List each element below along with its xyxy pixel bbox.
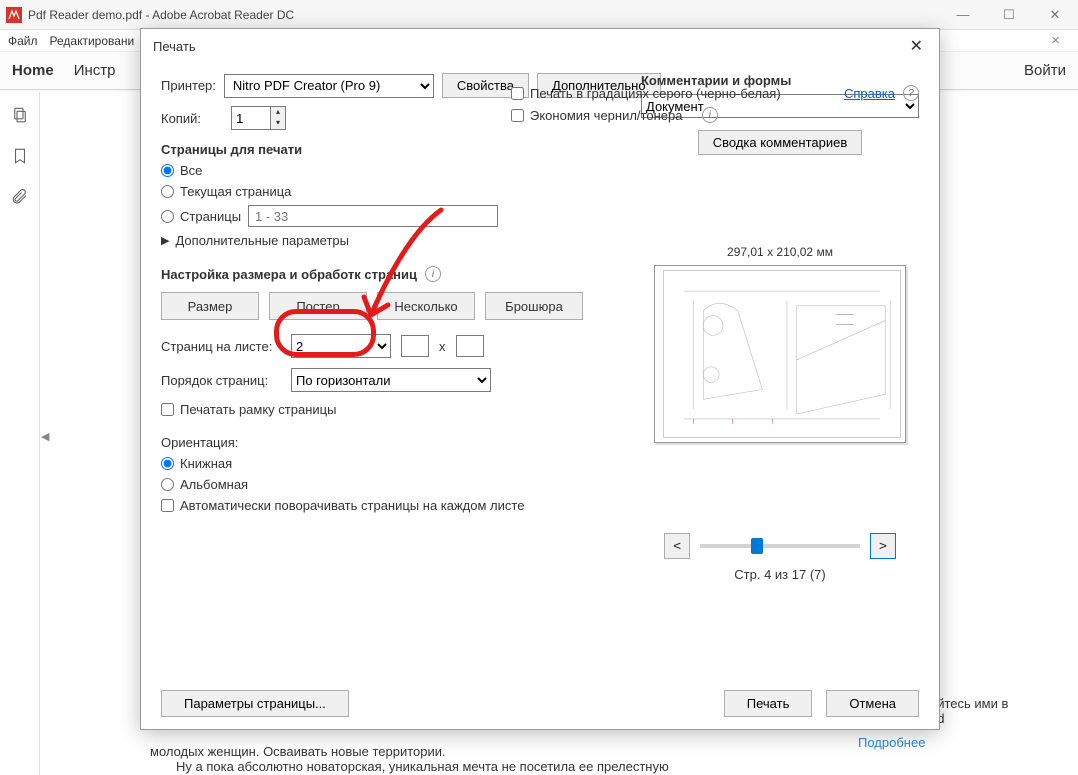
more-params-toggle[interactable]: ▶ Дополнительные параметры <box>161 233 611 248</box>
pages-per-sheet-label: Страниц на листе: <box>161 339 281 354</box>
grid-y-input[interactable] <box>456 335 484 357</box>
svg-text:———: ——— <box>836 312 854 318</box>
copies-up[interactable]: ▴ <box>271 107 285 118</box>
slider-thumb[interactable] <box>751 538 763 554</box>
auto-rotate-checkbox[interactable] <box>161 499 174 512</box>
dialog-close-icon[interactable]: ✕ <box>906 32 927 60</box>
page-order-label: Порядок страниц: <box>161 373 281 388</box>
preview-drawing-icon: ——— ——— <box>664 271 900 437</box>
grayscale-checkbox[interactable] <box>511 87 524 100</box>
seg-booklet-button[interactable]: Брошюра <box>485 292 583 320</box>
copies-down[interactable]: ▾ <box>271 118 285 129</box>
print-button[interactable]: Печать <box>724 690 813 717</box>
attachments-icon[interactable] <box>11 188 29 209</box>
page-setup-button[interactable]: Параметры страницы... <box>161 690 349 717</box>
document-body-text: молодых женщин. Осваивать новые территор… <box>150 744 850 774</box>
copies-input[interactable] <box>231 106 271 130</box>
menu-edit[interactable]: Редактировани <box>50 34 135 48</box>
radio-landscape[interactable] <box>161 478 174 491</box>
prev-page-button[interactable]: < <box>664 533 690 559</box>
tab-tools[interactable]: Инстр <box>74 62 116 79</box>
dialog-title: Печать <box>153 39 196 54</box>
svg-text:———: ——— <box>836 321 854 327</box>
printer-label: Принтер: <box>161 78 216 93</box>
grid-x-input[interactable] <box>401 335 429 357</box>
app-icon <box>6 7 22 23</box>
radio-all[interactable] <box>161 164 174 177</box>
collapse-caret-icon[interactable]: ◀ <box>41 430 49 443</box>
printer-select[interactable]: Nitro PDF Creator (Pro 9) <box>224 74 434 98</box>
seg-multi-button[interactable]: Несколько <box>377 292 475 320</box>
close-window-button[interactable]: ✕ <box>1032 0 1078 30</box>
radio-current[interactable] <box>161 185 174 198</box>
pages-range-input[interactable] <box>248 205 498 227</box>
summarize-comments-button[interactable]: Сводка комментариев <box>698 130 863 155</box>
info-icon[interactable]: i <box>702 107 718 123</box>
tab-close-icon[interactable]: × <box>1041 32 1070 49</box>
preview-slider[interactable] <box>700 544 860 548</box>
menu-file[interactable]: Файл <box>8 34 38 48</box>
size-section-title: Настройка размера и обработк страниц <box>161 267 417 282</box>
page-order-select[interactable]: По горизонтали <box>291 368 491 392</box>
bookmarks-icon[interactable] <box>11 147 29 168</box>
orientation-label: Ориентация: <box>161 435 611 450</box>
radio-pages[interactable] <box>161 210 174 223</box>
pages-per-sheet-select[interactable]: 2 <box>291 334 391 358</box>
bg-fragment-share: айтесь ими в ud <box>930 696 1008 726</box>
more-link[interactable]: Подробнее <box>858 735 925 750</box>
maximize-button[interactable]: ☐ <box>986 0 1032 30</box>
seg-size-button[interactable]: Размер <box>161 292 259 320</box>
radio-portrait[interactable] <box>161 457 174 470</box>
window-title: Pdf Reader demo.pdf - Adobe Acrobat Read… <box>28 8 940 22</box>
copies-label: Копий: <box>161 111 223 126</box>
print-preview: ——— ——— <box>654 265 906 443</box>
help-link[interactable]: Справка <box>844 86 895 101</box>
info-icon[interactable]: i <box>425 266 441 282</box>
pages-section-title: Страницы для печати <box>161 142 611 157</box>
preview-size-label: 297,01 x 210,02 мм <box>641 245 919 259</box>
page-counter: Стр. 4 из 17 (7) <box>641 567 919 582</box>
print-dialog: Печать ✕ Принтер: Nitro PDF Creator (Pro… <box>140 28 940 730</box>
seg-poster-button[interactable]: Постер <box>269 292 367 320</box>
login-link[interactable]: Войти <box>1024 62 1066 79</box>
cancel-button[interactable]: Отмена <box>826 690 919 717</box>
save-ink-checkbox[interactable] <box>511 109 524 122</box>
help-info-icon[interactable]: ? <box>903 85 919 101</box>
pages-panel-icon[interactable] <box>11 106 29 127</box>
tab-home[interactable]: Home <box>12 62 54 79</box>
print-border-checkbox[interactable] <box>161 403 174 416</box>
minimize-button[interactable]: — <box>940 0 986 30</box>
next-page-button[interactable]: > <box>870 533 896 559</box>
